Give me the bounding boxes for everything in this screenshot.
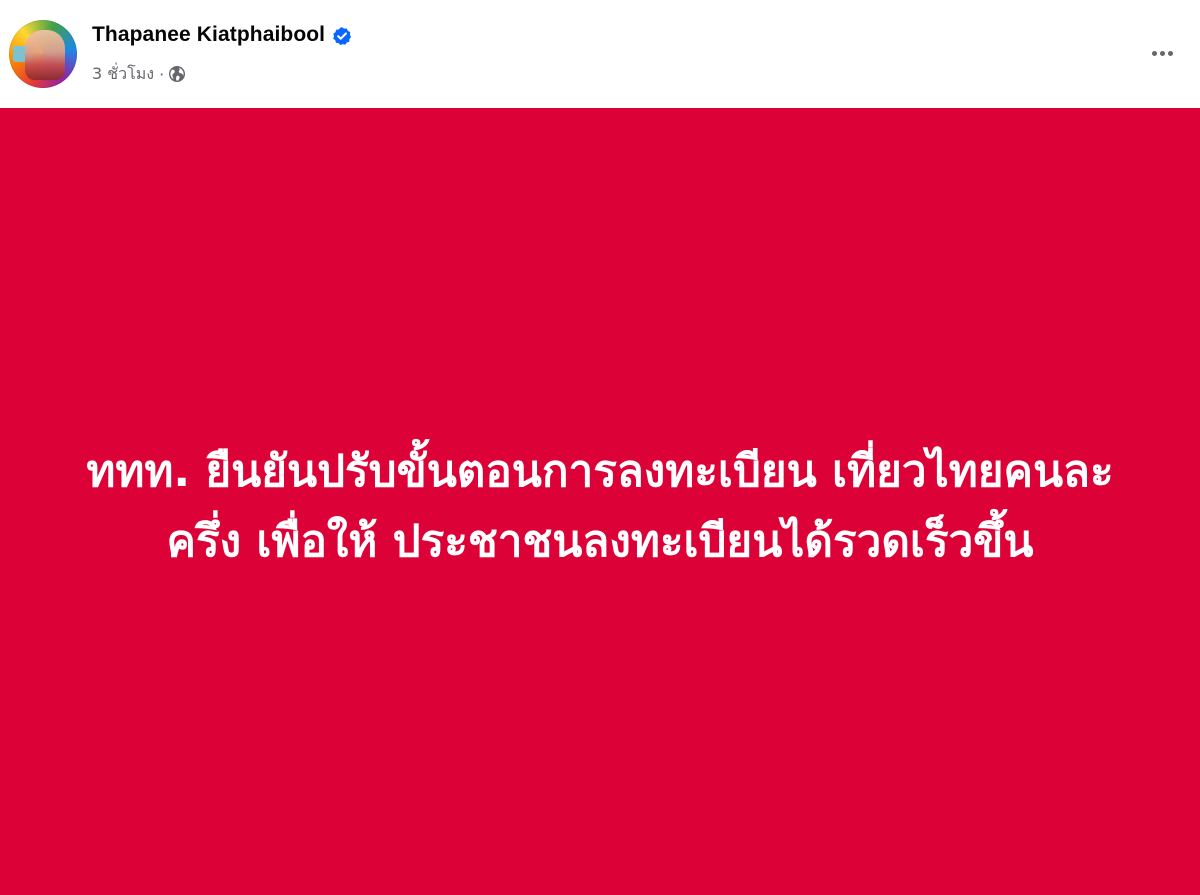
globe-icon[interactable] <box>168 65 186 83</box>
facebook-post: Thapanee Kiatphaibool 3 ชั่วโมง · ททท. ย… <box>0 0 1200 895</box>
post-meta: 3 ชั่วโมง · <box>92 62 186 86</box>
verified-badge-icon <box>332 26 352 46</box>
more-options-icon <box>1151 50 1173 56</box>
post-text-card: ททท. ยืนยันปรับขั้นตอนการลงทะเบียน เที่ย… <box>0 108 1200 895</box>
meta-separator: · <box>159 64 165 84</box>
more-options-button[interactable] <box>1142 33 1182 73</box>
avatar-photo <box>25 30 65 80</box>
author-row: Thapanee Kiatphaibool <box>92 20 352 50</box>
post-header: Thapanee Kiatphaibool 3 ชั่วโมง · <box>0 0 1200 108</box>
author-name[interactable]: Thapanee Kiatphaibool <box>92 23 325 47</box>
avatar[interactable] <box>9 20 77 88</box>
post-timestamp[interactable]: 3 ชั่วโมง <box>92 62 154 87</box>
post-card-text: ททท. ยืนยันปรับขั้นตอนการลงทะเบียน เที่ย… <box>86 445 1114 567</box>
